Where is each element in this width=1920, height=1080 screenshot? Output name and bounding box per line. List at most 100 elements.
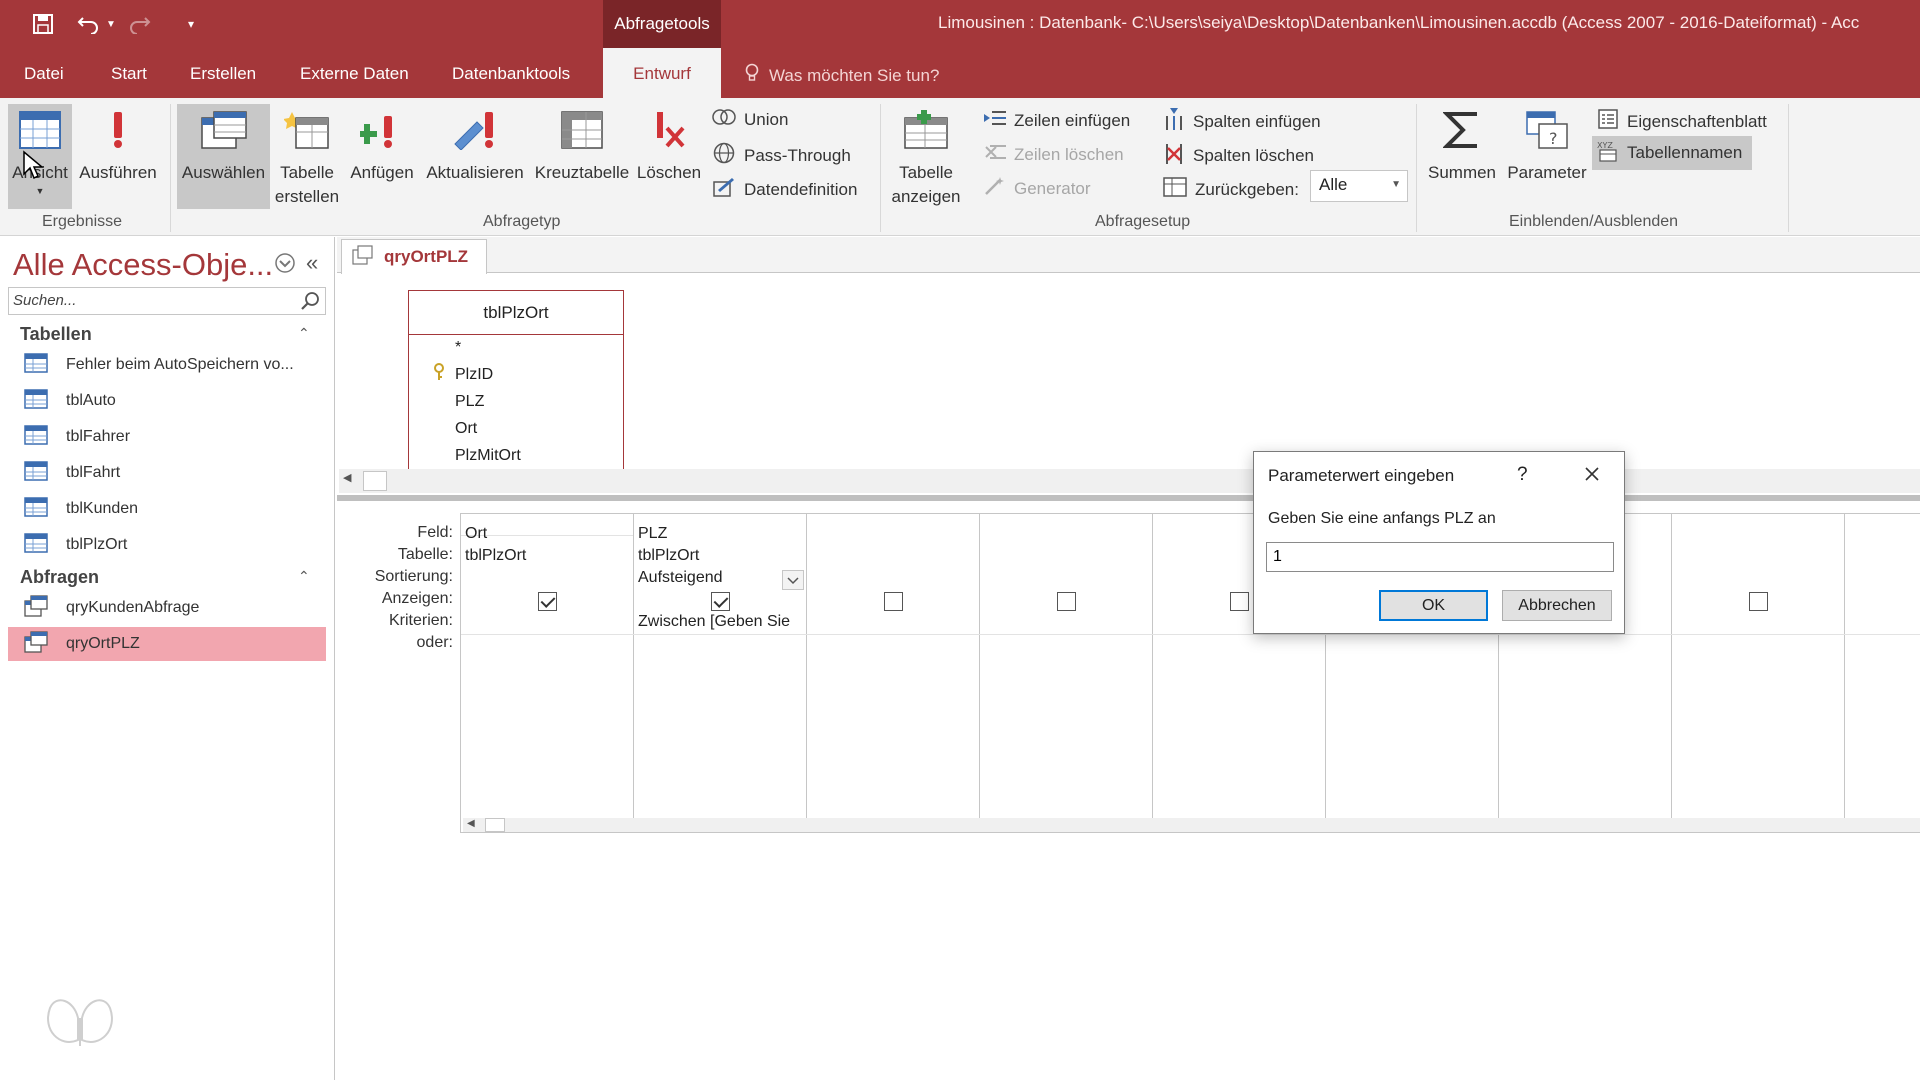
nav-item-table[interactable]: Fehler beim AutoSpeichern vo... (8, 348, 326, 382)
cell-tabelle-value[interactable]: tblPlzOrt (638, 547, 699, 565)
field-item-ort[interactable]: Ort (455, 420, 477, 438)
field-item-plzmitort[interactable]: PlzMitOrt (455, 447, 521, 465)
scrollbar-thumb[interactable] (363, 471, 387, 491)
nav-item-table[interactable]: tblPlzOrt (8, 528, 326, 562)
zurueckgeben-value: Alle (1319, 175, 1348, 194)
scrollbar-thumb[interactable] (485, 818, 505, 832)
cell-sortierung-value[interactable]: Aufsteigend (638, 569, 723, 587)
cell-feld-value[interactable]: PLZ (638, 525, 667, 543)
grid-horizontal-scrollbar[interactable]: ◀ (463, 818, 1920, 832)
scroll-left-icon[interactable]: ◀ (467, 818, 475, 829)
row-label-kriterien: Kriterien: (388, 612, 453, 629)
group-separator (1788, 104, 1789, 232)
collapse-section-icon[interactable]: ⌃ (298, 568, 310, 585)
ribbon-tab-row: Datei Start Erstellen Externe Daten Date… (0, 48, 1920, 98)
field-item-asterisk[interactable]: * (455, 339, 461, 357)
table-icon (24, 496, 48, 522)
nav-item-query[interactable]: qryKundenAbfrage (8, 591, 326, 625)
ok-button[interactable]: OK (1379, 590, 1488, 621)
tab-entwurf[interactable]: Entwurf (603, 48, 721, 98)
sort-dropdown-button[interactable] (782, 570, 804, 590)
aktualisieren-button[interactable]: Aktualisieren (422, 104, 528, 209)
field-item-plzid[interactable]: PlzID (455, 366, 493, 384)
chevron-down-icon: ▼ (1391, 179, 1401, 190)
anfuegen-button[interactable]: Anfügen (344, 104, 420, 209)
tab-datei[interactable]: Datei (24, 48, 64, 98)
spalten-einfuegen-button[interactable]: Spalten einfügen (1163, 108, 1321, 135)
tell-me-search[interactable]: Was möchten Sie tun? (745, 63, 939, 88)
primary-key-icon (433, 363, 445, 386)
loeschen-button[interactable]: Löschen (636, 104, 702, 209)
grid-column[interactable]: Ort tblPlzOrt (461, 514, 634, 820)
field-item-plz[interactable]: PLZ (455, 393, 484, 411)
grid-column[interactable]: PLZ tblPlzOrt Aufsteigend Zwischen [Gebe… (634, 514, 807, 820)
tab-datenbanktools[interactable]: Datenbanktools (452, 48, 570, 98)
collapse-section-icon[interactable]: ⌃ (298, 325, 310, 342)
show-checkbox[interactable] (884, 592, 903, 611)
scroll-left-icon[interactable]: ◀ (343, 471, 351, 484)
tabelle-erstellen-button[interactable]: Tabelle erstellen (274, 104, 340, 209)
table-field-list-title[interactable]: tblPlzOrt (409, 291, 623, 335)
collapse-pane-icon[interactable]: « (306, 250, 318, 276)
nav-search-input[interactable]: Suchen... (8, 287, 326, 315)
pane-splitter[interactable] (337, 495, 1920, 501)
tab-start[interactable]: Start (111, 48, 147, 98)
nav-item-table[interactable]: tblFahrer (8, 420, 326, 454)
customize-quick-access-icon[interactable]: ▾ (182, 10, 200, 38)
svg-text:XYZ: XYZ (1597, 141, 1613, 150)
tab-erstellen[interactable]: Erstellen (190, 48, 256, 98)
undo-icon[interactable] (74, 10, 102, 38)
eigenschaftenblatt-button[interactable]: Eigenschaftenblatt (1597, 108, 1767, 135)
show-checkbox[interactable] (1230, 592, 1249, 611)
table-field-list[interactable]: tblPlzOrt * PlzID PLZ Ort PlzMitOrt (408, 290, 624, 470)
kreuztabelle-button[interactable]: Kreuztabelle (532, 104, 632, 209)
nav-item-table[interactable]: tblAuto (8, 384, 326, 418)
undo-dropdown-icon[interactable]: ▼ (104, 10, 118, 38)
nav-item-table[interactable]: tblKunden (8, 492, 326, 526)
union-button[interactable]: Union (712, 108, 788, 131)
grid-column[interactable] (1845, 514, 1920, 820)
cancel-button[interactable]: Abbrechen (1502, 590, 1612, 621)
grid-column[interactable] (807, 514, 980, 820)
cell-feld-value[interactable]: Ort (465, 525, 487, 543)
zeilen-einfuegen-button[interactable]: Zeilen einfügen (984, 108, 1130, 133)
nav-item-table[interactable]: tblFahrt (8, 456, 326, 490)
ausfuehren-button[interactable]: Ausführen (76, 104, 160, 209)
save-icon[interactable] (28, 10, 58, 38)
grid-column[interactable] (980, 514, 1153, 820)
cell-kriterien-value[interactable]: Zwischen [Geben Sie (638, 613, 790, 631)
nav-section-tabellen[interactable]: Tabellen (20, 324, 92, 345)
show-checkbox[interactable] (1057, 592, 1076, 611)
show-checkbox[interactable] (538, 592, 557, 611)
document-tab-qryortplz[interactable]: qryOrtPLZ (341, 239, 488, 274)
help-button[interactable]: ? (1517, 464, 1528, 486)
spalten-loeschen-button[interactable]: Spalten löschen (1163, 142, 1314, 169)
chevron-down-icon (787, 570, 799, 590)
nav-section-abfragen[interactable]: Abfragen (20, 567, 99, 588)
parameter-input[interactable] (1266, 542, 1614, 572)
table-icon (24, 388, 48, 414)
datendefinition-label: Datendefinition (744, 179, 858, 199)
pass-through-button[interactable]: Pass-Through (712, 142, 851, 169)
summen-button[interactable]: Summen (1422, 104, 1502, 209)
show-checkbox[interactable] (1749, 592, 1768, 611)
tab-externe-daten[interactable]: Externe Daten (300, 48, 409, 98)
tabelle-anzeigen-button[interactable]: Tabelle anzeigen (884, 104, 968, 209)
parameter-button[interactable]: ? Parameter (1505, 104, 1589, 209)
show-checkbox[interactable] (711, 592, 730, 611)
zeilen-loeschen-button: Zeilen löschen (984, 142, 1124, 167)
tabellennamen-button[interactable]: XYZ Tabellennamen (1592, 136, 1753, 170)
cell-tabelle-value[interactable]: tblPlzOrt (465, 547, 526, 565)
zeilen-loeschen-label: Zeilen löschen (1014, 144, 1124, 164)
auswaehlen-button[interactable]: Auswählen (177, 104, 270, 209)
close-button[interactable] (1580, 462, 1606, 486)
nav-item-query-selected[interactable]: qryOrtPLZ (8, 627, 326, 661)
nav-menu-dropdown-icon[interactable] (274, 252, 296, 279)
grid-column[interactable] (1672, 514, 1845, 820)
search-icon[interactable] (300, 291, 320, 316)
nav-pane-title[interactable]: Alle Access-Obje... (13, 247, 273, 283)
horizontal-scrollbar[interactable]: ◀ (339, 469, 1920, 493)
datendefinition-button[interactable]: Datendefinition (712, 176, 857, 203)
zurueckgeben-select[interactable]: Alle ▼ (1310, 170, 1408, 202)
group-label-abfragesetup: Abfragesetup (1095, 213, 1191, 230)
